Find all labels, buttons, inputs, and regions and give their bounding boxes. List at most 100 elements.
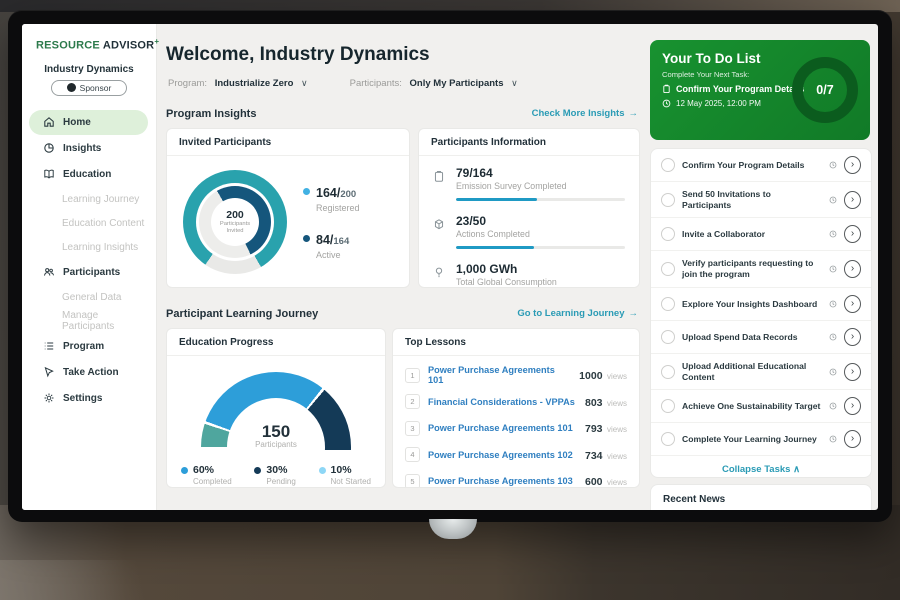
chevron-right-icon: › bbox=[851, 228, 854, 239]
lesson-row: 5 Power Purchase Agreements 103 600 view… bbox=[405, 468, 627, 488]
legend-item-pending: 30% Pending bbox=[254, 464, 295, 486]
chevron-down-icon: ∨ bbox=[301, 78, 308, 88]
todo-summary-card: Your To Do List Complete Your Next Task:… bbox=[650, 40, 870, 140]
sidebar-item-take-action[interactable]: Take Action bbox=[29, 360, 148, 385]
lesson-link[interactable]: Power Purchase Agreements 102 bbox=[428, 450, 577, 460]
task-checkbox[interactable] bbox=[661, 330, 675, 344]
sponsor-label: Sponsor bbox=[80, 83, 112, 93]
task-row[interactable]: Send 50 Invitations to Participants › bbox=[651, 182, 871, 218]
donut-legend: 164/200 Registered 84/164 Active bbox=[303, 184, 360, 260]
lesson-link[interactable]: Power Purchase Agreements 101 bbox=[428, 423, 577, 433]
task-row[interactable]: Achieve One Sustainability Target › bbox=[651, 390, 871, 423]
donut-chart: 200 Participants Invited 164/200 Registe… bbox=[167, 156, 409, 284]
task-label: Upload Additional Educational Content bbox=[682, 361, 822, 382]
task-checkbox[interactable] bbox=[661, 365, 675, 379]
task-row[interactable]: Upload Spend Data Records › bbox=[651, 321, 871, 354]
top-lessons-card: Top Lessons 1 Power Purchase Agreements … bbox=[392, 328, 640, 488]
task-checkbox[interactable] bbox=[661, 399, 675, 413]
views-suffix: views bbox=[607, 372, 627, 381]
participants-label: Participants: bbox=[350, 78, 402, 89]
sidebar-item-learning-insights[interactable]: Learning Insights bbox=[29, 236, 148, 259]
take-action-icon bbox=[43, 366, 55, 378]
chevron-right-icon: › bbox=[851, 366, 854, 377]
legend-pct: 60% bbox=[193, 464, 232, 476]
go-to-learning-journey-link[interactable]: Go to Learning Journey→ bbox=[462, 308, 638, 319]
sidebar-item-insights[interactable]: Insights bbox=[29, 136, 148, 161]
lesson-views: 793 bbox=[585, 423, 603, 435]
task-label: Invite a Collaborator bbox=[682, 229, 822, 240]
gear-icon bbox=[43, 392, 55, 404]
bulb-icon bbox=[433, 262, 447, 287]
lesson-link[interactable]: Power Purchase Agreements 101 bbox=[428, 365, 571, 385]
link-label: Go to Learning Journey bbox=[517, 308, 624, 319]
task-open-button[interactable]: › bbox=[844, 191, 861, 209]
task-row[interactable]: Complete Your Learning Journey › bbox=[651, 423, 871, 456]
lesson-rank: 3 bbox=[405, 421, 420, 436]
sidebar-item-general-data[interactable]: General Data bbox=[29, 286, 148, 309]
task-checkbox[interactable] bbox=[661, 158, 675, 172]
chevron-right-icon: › bbox=[851, 331, 854, 342]
gauge-label: Participants bbox=[201, 441, 351, 450]
sidebar-item-education[interactable]: Education bbox=[29, 162, 148, 187]
lesson-row: 3 Power Purchase Agreements 101 793 view… bbox=[405, 415, 627, 442]
gauge-chart: 150 Participants bbox=[201, 372, 351, 450]
task-open-button[interactable]: › bbox=[844, 225, 861, 243]
lesson-views: 803 bbox=[585, 397, 603, 409]
lesson-link[interactable]: Financial Considerations - VPPAs bbox=[428, 397, 577, 407]
sidebar-item-participants[interactable]: Participants bbox=[29, 260, 148, 285]
clock-icon bbox=[829, 333, 837, 341]
sidebar-item-program[interactable]: Program bbox=[29, 334, 148, 359]
task-row[interactable]: Explore Your Insights Dashboard › bbox=[651, 288, 871, 321]
collapse-tasks-link[interactable]: Collapse Tasks ∧ bbox=[651, 456, 871, 478]
program-insights-heading: Program Insights bbox=[166, 108, 256, 120]
task-open-button[interactable]: › bbox=[844, 397, 861, 415]
task-row[interactable]: Upload Additional Educational Content › bbox=[651, 354, 871, 390]
task-checkbox[interactable] bbox=[661, 227, 675, 241]
legend-label: Registered bbox=[316, 203, 360, 213]
lesson-views: 600 bbox=[585, 476, 603, 488]
program-select[interactable]: Program: Industrialize Zero ∨ bbox=[168, 78, 308, 89]
task-checkbox[interactable] bbox=[661, 262, 675, 276]
task-label: Achieve One Sustainability Target bbox=[682, 401, 822, 412]
legend-item-completed: 60% Completed bbox=[181, 464, 232, 486]
sidebar-nav: Home Insights Education Learning Journey… bbox=[22, 110, 156, 411]
task-open-button[interactable]: › bbox=[844, 363, 861, 381]
legend-dot bbox=[319, 467, 326, 474]
task-open-button[interactable]: › bbox=[844, 328, 861, 346]
sidebar-item-manage-participants[interactable]: Manage Participants bbox=[29, 310, 148, 333]
task-checkbox[interactable] bbox=[661, 432, 675, 446]
lesson-views: 734 bbox=[585, 450, 603, 462]
sidebar-item-home[interactable]: Home bbox=[29, 110, 148, 135]
check-more-insights-link[interactable]: Check More Insights→ bbox=[462, 108, 638, 119]
participants-value: Only My Participants bbox=[410, 78, 504, 89]
todo-task-list: Confirm Your Program Details › Send 50 I… bbox=[650, 148, 872, 478]
participants-information-card: Participants Information 79/164 Emission… bbox=[418, 128, 640, 288]
sponsor-badge: Sponsor bbox=[51, 80, 127, 96]
clock-icon bbox=[829, 435, 837, 443]
background-highlight bbox=[0, 560, 200, 600]
app-logo: RESOURCE ADVISOR+ bbox=[22, 24, 156, 52]
participants-select[interactable]: Participants: Only My Participants ∨ bbox=[350, 78, 518, 89]
lesson-link[interactable]: Power Purchase Agreements 103 bbox=[428, 476, 577, 486]
donut-outer-ring: 200 Participants Invited bbox=[183, 170, 287, 274]
sidebar-item-settings[interactable]: Settings bbox=[29, 386, 148, 411]
sidebar-item-learning-journey[interactable]: Learning Journey bbox=[29, 188, 148, 211]
task-row[interactable]: Invite a Collaborator › bbox=[651, 218, 871, 251]
task-checkbox[interactable] bbox=[661, 193, 675, 207]
clock-icon bbox=[829, 230, 837, 238]
insights-icon bbox=[43, 142, 55, 154]
education-progress-card: Education Progress 150 Participants 60% … bbox=[166, 328, 386, 488]
task-open-button[interactable]: › bbox=[844, 156, 861, 174]
stat-global-consumption: 1,000 GWh Total Global Consumption bbox=[433, 262, 625, 287]
task-row[interactable]: Verify participants requesting to join t… bbox=[651, 251, 871, 287]
todo-progress-value: 0/7 bbox=[816, 83, 833, 97]
task-open-button[interactable]: › bbox=[844, 260, 861, 278]
task-row[interactable]: Confirm Your Program Details › bbox=[651, 149, 871, 182]
sidebar-item-education-content[interactable]: Education Content bbox=[29, 212, 148, 235]
task-open-button[interactable]: › bbox=[844, 430, 861, 448]
legend-label: Not Started bbox=[331, 477, 371, 486]
legend-total: 200 bbox=[340, 189, 356, 200]
task-checkbox[interactable] bbox=[661, 297, 675, 311]
task-open-button[interactable]: › bbox=[844, 295, 861, 313]
card-title: Top Lessons bbox=[393, 329, 639, 356]
